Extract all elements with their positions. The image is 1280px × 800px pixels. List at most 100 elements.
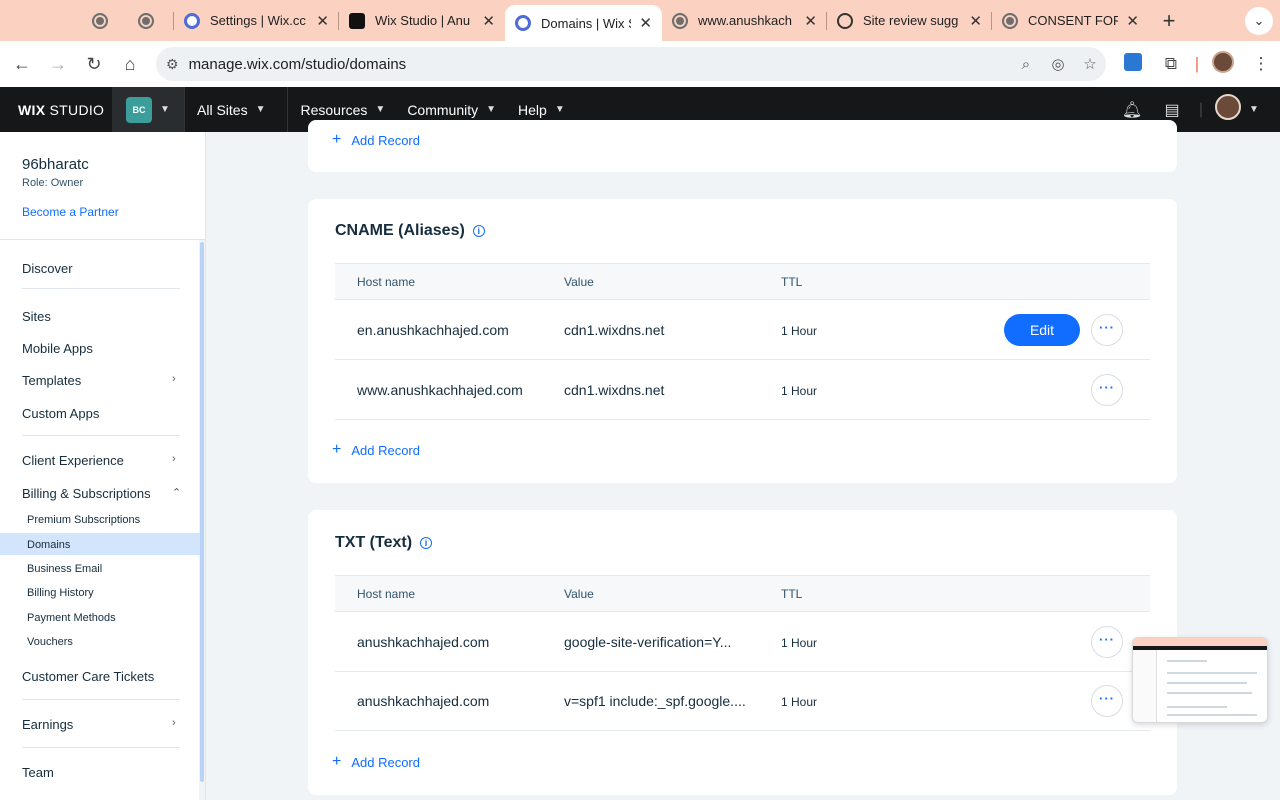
cname-table-header: Host name Value TTL bbox=[335, 263, 1150, 300]
chevron-down-icon: ▼ bbox=[255, 104, 266, 115]
tab-site-review[interactable]: Site review sugg ✕ bbox=[827, 0, 992, 41]
zoom-icon[interactable]: ⌕ bbox=[1010, 56, 1042, 73]
tab-wix-studio[interactable]: Wix Studio | Anu ✕ bbox=[339, 0, 505, 41]
chevron-down-icon: ▼ bbox=[160, 104, 170, 115]
become-partner-link[interactable]: Become a Partner bbox=[22, 205, 183, 219]
table-row: www.anushkachhajed.com cdn1.wixdns.net 1… bbox=[335, 360, 1150, 420]
close-icon[interactable]: ✕ bbox=[482, 12, 495, 30]
sidebar-item-billing[interactable]: Billing & Subscriptions ⌃ bbox=[22, 486, 182, 501]
chevron-right-icon: › bbox=[172, 373, 176, 385]
sidebar-subitem-billing-history[interactable]: Billing History bbox=[27, 587, 94, 599]
sidebar-item-client-experience[interactable]: Client Experience › bbox=[22, 453, 182, 468]
extensions-puzzle-icon[interactable]: ⧉ bbox=[1152, 54, 1190, 74]
globe-icon bbox=[138, 12, 154, 29]
profile-avatar[interactable] bbox=[1204, 50, 1242, 78]
tab-domains-active[interactable]: Domains | Wix S ✕ bbox=[505, 5, 662, 41]
sidebar-item-custom-apps[interactable]: Custom Apps bbox=[22, 406, 99, 421]
plus-icon: + bbox=[332, 131, 342, 148]
browser-toolbar: ← → ↻ ⌂ ⚙ manage.wix.com/studio/domains … bbox=[0, 41, 1280, 87]
browser-tab-strip: Settings | Wix.cc ✕ Wix Studio | Anu ✕ D… bbox=[0, 0, 1280, 41]
reload-icon[interactable]: ↻ bbox=[76, 54, 112, 75]
sidebar: 96bharatc Role: Owner Become a Partner D… bbox=[0, 132, 206, 800]
close-icon[interactable]: ✕ bbox=[1126, 12, 1139, 30]
tab-search-button[interactable]: ⌄ bbox=[1245, 7, 1273, 35]
more-actions-icon[interactable]: ··· bbox=[1091, 685, 1123, 717]
tab-settings-wix[interactable]: Settings | Wix.cc ✕ bbox=[174, 0, 339, 41]
home-icon[interactable]: ⌂ bbox=[112, 54, 148, 75]
edit-button[interactable]: Edit bbox=[1004, 314, 1080, 346]
chevron-down-icon: ▼ bbox=[486, 104, 497, 115]
close-icon[interactable]: ✕ bbox=[804, 12, 817, 30]
add-record-link[interactable]: + Add Record bbox=[332, 441, 420, 459]
sidebar-subitem-premium[interactable]: Premium Subscriptions bbox=[27, 514, 140, 526]
sidebar-subitem-payment-methods[interactable]: Payment Methods bbox=[27, 612, 116, 624]
cname-title: CNAME (Aliases) i bbox=[335, 222, 485, 240]
tab-consent-form[interactable]: CONSENT FORM ✕ bbox=[992, 0, 1149, 41]
wix-favicon-icon bbox=[184, 12, 200, 29]
toolbar-divider: | bbox=[1194, 54, 1200, 73]
tab-anushka-site[interactable]: www.anushkach ✕ bbox=[662, 0, 827, 41]
header-divider: | bbox=[1198, 100, 1204, 118]
openai-favicon-icon bbox=[837, 12, 853, 29]
txt-title: TXT (Text) i bbox=[335, 534, 433, 552]
close-icon[interactable]: ✕ bbox=[969, 12, 982, 30]
txt-card: TXT (Text) i Host name Value TTL anushkac… bbox=[308, 510, 1177, 795]
kebab-menu-icon[interactable]: ⋮ bbox=[1242, 54, 1280, 74]
address-bar[interactable]: ⚙ manage.wix.com/studio/domains ⌕ ◎ ☆ bbox=[156, 47, 1106, 81]
chevron-right-icon: › bbox=[172, 717, 176, 729]
tab-globe-2[interactable] bbox=[128, 0, 174, 41]
sidebar-scroll-thumb[interactable] bbox=[200, 242, 204, 782]
more-actions-icon[interactable]: ··· bbox=[1091, 374, 1123, 406]
back-icon[interactable]: ← bbox=[4, 54, 40, 75]
sidebar-subitem-domains[interactable]: Domains bbox=[27, 539, 70, 551]
wix-studio-logo[interactable]: WIX STUDIO bbox=[0, 102, 112, 118]
site-switcher[interactable]: BC ▼ bbox=[112, 87, 184, 132]
sidebar-item-team[interactable]: Team bbox=[22, 765, 54, 780]
sidebar-item-earnings[interactable]: Earnings › bbox=[22, 717, 182, 732]
account-name: 96bharatc bbox=[22, 156, 89, 173]
close-icon[interactable]: ✕ bbox=[639, 14, 652, 32]
menu-all-sites[interactable]: All Sites ▼ bbox=[197, 102, 265, 118]
chevron-right-icon: › bbox=[172, 453, 176, 465]
sidebar-subitem-business-email[interactable]: Business Email bbox=[27, 563, 102, 575]
table-row: anushkachhajed.com google-site-verificat… bbox=[335, 612, 1150, 672]
more-actions-icon[interactable]: ··· bbox=[1091, 626, 1123, 658]
account-panel: 96bharatc Role: Owner Become a Partner bbox=[0, 132, 205, 240]
menu-community[interactable]: Community ▼ bbox=[407, 102, 496, 118]
bell-icon[interactable]: 🔔︎ bbox=[1112, 100, 1152, 120]
sidebar-item-templates[interactable]: Templates › bbox=[22, 373, 182, 388]
sidebar-item-sites[interactable]: Sites bbox=[22, 309, 51, 324]
forward-icon[interactable]: → bbox=[40, 54, 76, 75]
sidebar-item-mobile-apps[interactable]: Mobile Apps bbox=[22, 341, 93, 356]
globe-icon bbox=[1002, 12, 1018, 29]
site-badge: BC bbox=[126, 96, 153, 123]
user-avatar[interactable]: ▼ bbox=[1210, 94, 1264, 125]
plus-icon: + bbox=[332, 441, 342, 458]
chevron-up-icon: ⌃ bbox=[172, 487, 182, 499]
inbox-icon[interactable]: ▤ bbox=[1152, 100, 1192, 120]
txt-table-header: Host name Value TTL bbox=[335, 575, 1150, 612]
add-record-link[interactable]: + Add Record bbox=[332, 131, 420, 149]
chevron-down-icon: ▼ bbox=[375, 104, 386, 115]
more-actions-icon[interactable]: ··· bbox=[1091, 314, 1123, 346]
bookmark-star-icon[interactable]: ☆ bbox=[1074, 55, 1106, 73]
close-icon[interactable]: ✕ bbox=[316, 12, 329, 30]
url-text[interactable]: manage.wix.com/studio/domains bbox=[189, 56, 1010, 73]
sidebar-item-discover[interactable]: Discover bbox=[22, 261, 73, 276]
eye-slash-icon[interactable]: ◎ bbox=[1042, 55, 1074, 73]
menu-resources[interactable]: Resources ▼ bbox=[300, 102, 385, 118]
add-record-link[interactable]: + Add Record bbox=[332, 753, 420, 771]
sidebar-item-care-tickets[interactable]: Customer Care Tickets bbox=[22, 669, 154, 684]
a-records-card: + Add Record bbox=[308, 120, 1177, 172]
info-icon[interactable]: i bbox=[420, 537, 433, 549]
plus-icon: + bbox=[332, 753, 342, 770]
sidebar-subitem-vouchers[interactable]: Vouchers bbox=[27, 636, 73, 648]
site-info-icon[interactable]: ⚙ bbox=[166, 56, 179, 73]
globe-icon bbox=[92, 12, 108, 29]
info-icon[interactable]: i bbox=[472, 225, 485, 237]
screenshot-thumbnail[interactable] bbox=[1132, 637, 1268, 723]
new-tab-button[interactable]: + bbox=[1153, 8, 1185, 34]
telegram-extension-icon[interactable] bbox=[1114, 52, 1152, 76]
tab-globe-1[interactable] bbox=[82, 0, 128, 41]
menu-help[interactable]: Help ▼ bbox=[518, 102, 565, 118]
